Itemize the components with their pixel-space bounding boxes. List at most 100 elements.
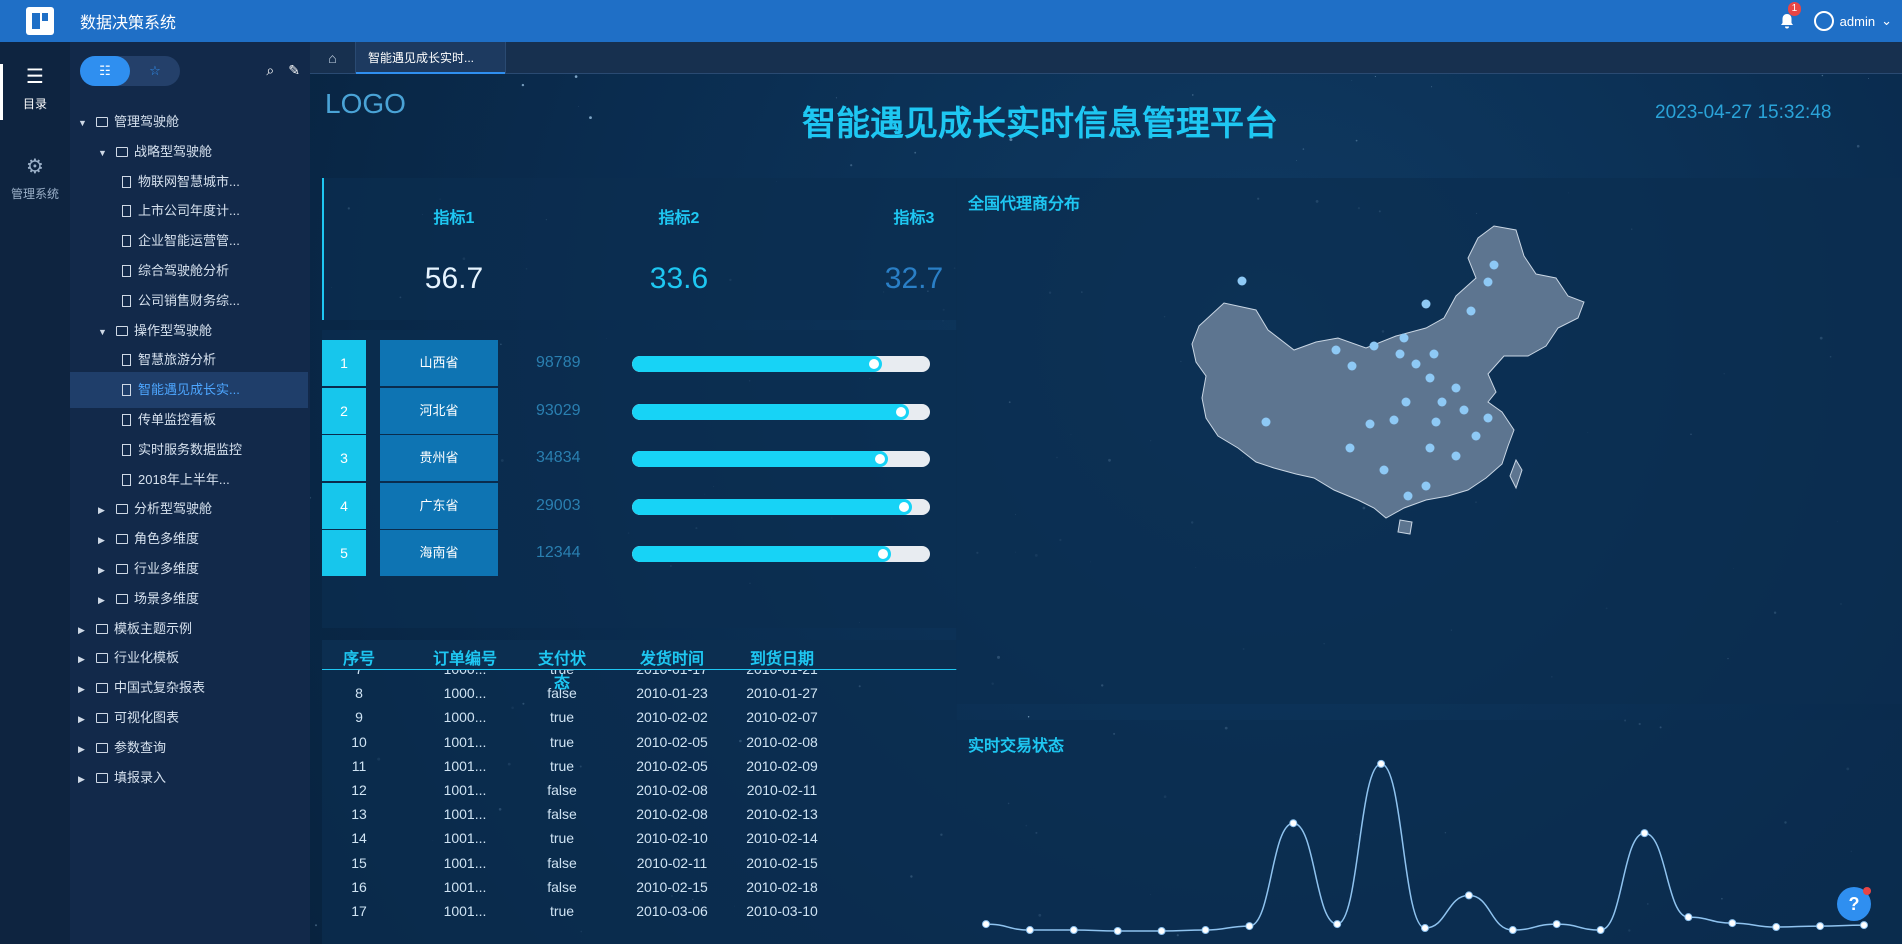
line-point: [982, 920, 990, 929]
star-dot: [914, 151, 917, 154]
top-right-area: 1 admin ⌄: [1780, 0, 1902, 42]
table-cell: 2010-02-18: [746, 878, 818, 895]
line-point: [1157, 927, 1166, 936]
line-series: [985, 763, 1865, 932]
table-cell: 2010-02-13: [746, 806, 818, 823]
map-dot: [1331, 345, 1341, 355]
tab-active[interactable]: 智能遇见成长实时...: [356, 42, 506, 74]
star-icon: ☆: [149, 63, 161, 78]
rail-item-label: 目录: [22, 97, 47, 111]
table-cell: 10: [351, 733, 367, 750]
notification-bell-icon[interactable]: 1: [1780, 2, 1802, 29]
line-point: [1025, 926, 1034, 935]
folder-icon: [116, 504, 128, 515]
tree-node[interactable]: ▶ 填报录入: [70, 760, 308, 796]
table-row: 13 1001... false 2010-02-08 2010-02-13: [322, 803, 957, 827]
table-row: 12 1001... false 2010-02-08 2010-02-11: [322, 779, 957, 803]
line-point: [1860, 921, 1868, 930]
line-point: [1333, 920, 1342, 929]
caret-right-icon[interactable]: ▶: [78, 761, 90, 796]
folder-icon: [96, 683, 108, 694]
table-cell: 1001...: [443, 903, 487, 919]
table-cell: 2010-02-05: [636, 757, 708, 774]
rail-item-catalog[interactable]: ☰ 目录: [0, 64, 70, 120]
table-cell: 16: [351, 878, 367, 895]
progress-fill: [632, 356, 883, 372]
user-avatar-icon: [1813, 11, 1834, 31]
province-value: 93029: [536, 401, 581, 419]
kpi-value: 33.6: [649, 262, 709, 295]
table-cell: 2010-02-02: [636, 709, 708, 726]
province-name: 贵州省: [380, 435, 498, 481]
province-name: 河北省: [380, 387, 498, 434]
search-icon[interactable]: ⌕: [266, 62, 274, 79]
star-dot: [589, 116, 592, 119]
table-cell: 1001...: [443, 757, 487, 774]
kpi-item: 指标2 33.6: [579, 178, 779, 296]
table-cell: 15: [351, 854, 367, 871]
progress-bar: [632, 403, 930, 420]
progress-fill: [632, 403, 910, 420]
line-point: [1508, 926, 1517, 935]
list-view-button[interactable]: ☷: [80, 56, 130, 86]
dashboard: LOGO 智能遇见成长实时信息管理平台 2023-04-27 15:32:48 …: [310, 74, 1902, 944]
tree-tools: ⌕ ✎: [266, 62, 300, 79]
taiwan-shape: [1509, 458, 1523, 490]
help-button[interactable]: ?: [1837, 887, 1871, 921]
table-cell: 13: [351, 806, 367, 823]
province-value: 98789: [536, 354, 581, 371]
star-dot: [1302, 148, 1305, 150]
map-dot: [1261, 417, 1271, 427]
star-dot: [1821, 74, 1824, 77]
ranking-row: 4 广东省 29003: [322, 482, 957, 529]
table-cell: false: [547, 878, 577, 895]
star-dot: [1351, 80, 1353, 81]
table-cell: 2010-02-11: [636, 854, 708, 871]
table-header-cell: 到货日期: [749, 651, 814, 668]
line-point: [1728, 919, 1737, 928]
list-icon: ☰: [26, 66, 44, 88]
map-dot: [1421, 481, 1431, 491]
line-point: [1421, 924, 1429, 933]
app-logo-icon: [26, 7, 54, 35]
map-dot: [1466, 306, 1476, 316]
rank-number: 5: [322, 530, 366, 576]
table-cell: false: [547, 782, 577, 798]
province-name: 山西省: [380, 340, 498, 386]
home-tab[interactable]: ⌂: [310, 42, 356, 74]
table-cell: true: [549, 903, 575, 919]
user-menu[interactable]: admin ⌄: [1813, 11, 1892, 31]
line-chart: [982, 759, 1868, 936]
user-name: admin: [1839, 13, 1876, 29]
table-row: 11 1001... true 2010-02-05 2010-02-09: [322, 755, 957, 779]
map-dot: [1459, 405, 1469, 415]
document-icon: [122, 265, 131, 277]
star-dot: [1856, 144, 1860, 148]
notification-badge: 1: [1787, 2, 1802, 16]
favorites-button[interactable]: ☆: [130, 56, 180, 86]
map-dot: [1365, 419, 1375, 429]
line-point: [1113, 927, 1122, 936]
pin-icon[interactable]: ✎: [288, 62, 300, 79]
province-name: 海南省: [380, 530, 498, 576]
line-point: [1464, 891, 1473, 900]
home-icon: ⌂: [328, 50, 337, 66]
dashboard-logo: LOGO: [325, 88, 406, 119]
table-cell: true: [549, 709, 575, 726]
table-cell: 12: [351, 782, 367, 798]
tree-node-label: 填报录入: [114, 769, 167, 785]
map-dot: [1451, 451, 1461, 461]
progress-bar: [632, 498, 930, 515]
line-point: [1245, 922, 1254, 931]
line-point: [1816, 922, 1825, 931]
table-cell: 2010-01-27: [746, 685, 818, 702]
help-badge: [1863, 887, 1871, 895]
star-dot: [574, 75, 578, 78]
rail-item-admin[interactable]: ⚙ 管理系统: [0, 154, 70, 202]
table-cell: 2010-02-08: [636, 806, 708, 823]
table-cell: 8: [355, 685, 363, 702]
table-cell: true: [549, 830, 575, 847]
rank-number: 4: [322, 482, 366, 529]
star-dot: [315, 924, 317, 927]
folder-icon: [96, 742, 108, 753]
